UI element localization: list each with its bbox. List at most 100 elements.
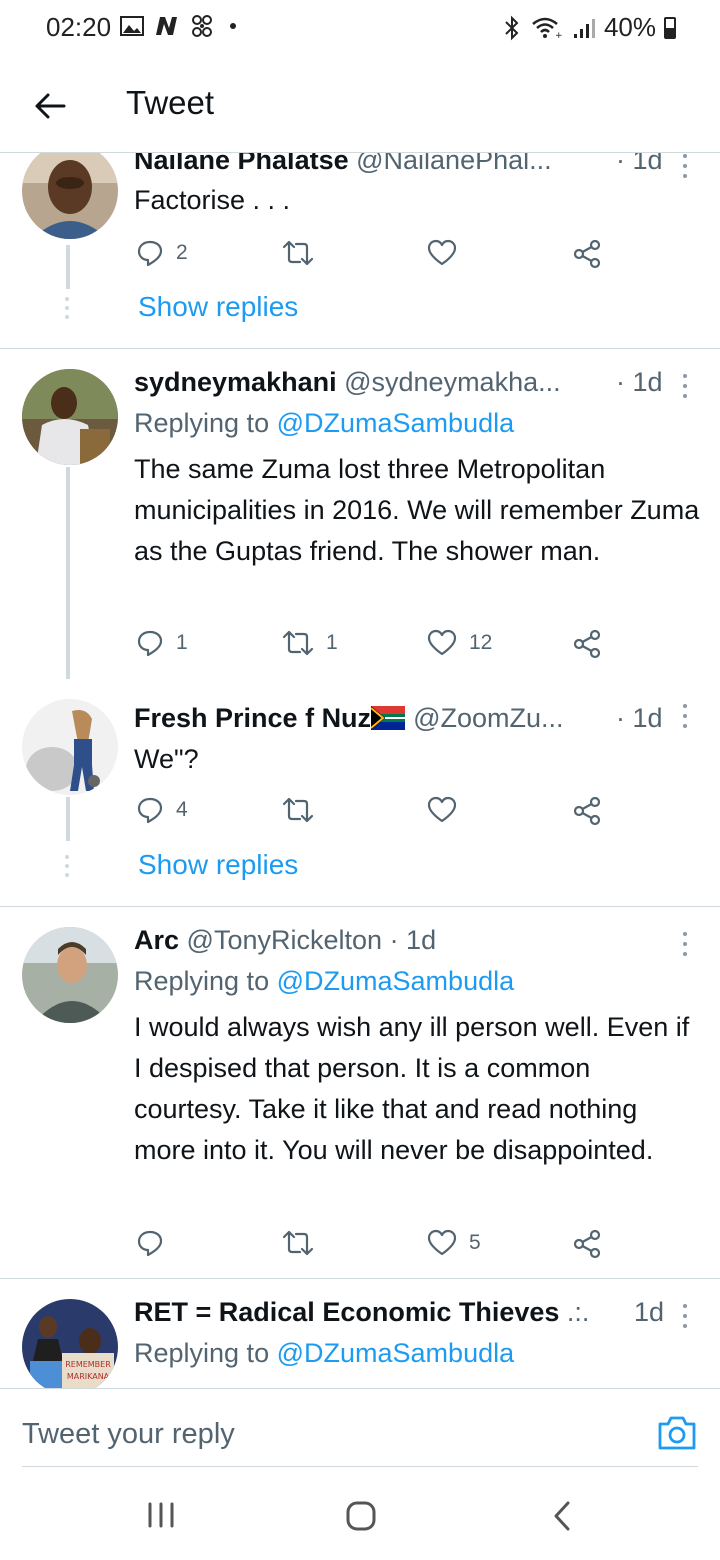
- reply-input[interactable]: [22, 1412, 632, 1456]
- tweet-time: · 1d: [389, 925, 437, 955]
- status-time: 02:20: [46, 12, 112, 42]
- like-count: 12: [469, 631, 493, 654]
- retweet-button[interactable]: [282, 239, 326, 267]
- tweet-header: RET = Radical Economic Thieves .:.: [134, 1297, 589, 1328]
- like-button[interactable]: 12: [427, 629, 492, 657]
- avatar-photo: [22, 699, 118, 795]
- avatar[interactable]: [22, 153, 118, 239]
- more-options-button[interactable]: [673, 701, 697, 731]
- avatar-photo: [22, 927, 118, 1023]
- avatar[interactable]: REMEMBER MARIKANA: [22, 1299, 118, 1389]
- thread-dots: [65, 297, 71, 319]
- tweet-header: Arc @TonyRickelton · 1d: [134, 925, 436, 956]
- recent-apps-button[interactable]: [146, 1500, 176, 1535]
- tweet-item[interactable]: sydneymakhani @sydneymakha... · 1d Reply…: [0, 349, 720, 679]
- home-button[interactable]: [345, 1500, 377, 1537]
- retweet-icon: [282, 630, 314, 656]
- signal-icon: [573, 18, 595, 38]
- share-button[interactable]: [572, 239, 602, 269]
- tweet-header: Nailane Phalatse @NailanePhal...: [134, 153, 552, 176]
- show-replies-link[interactable]: Show replies: [138, 849, 298, 881]
- author-handle[interactable]: @NailanePhal...: [356, 153, 552, 175]
- thread-dots: [65, 855, 71, 877]
- more-options-button[interactable]: [673, 929, 697, 959]
- more-options-button[interactable]: [673, 153, 697, 181]
- more-options-button[interactable]: [673, 371, 697, 401]
- share-icon: [573, 796, 601, 826]
- author-name[interactable]: sydneymakhani: [134, 367, 337, 397]
- status-icons-left: [120, 14, 236, 38]
- avatar[interactable]: [22, 369, 118, 465]
- retweet-button[interactable]: [282, 796, 326, 824]
- share-icon: [573, 239, 601, 269]
- reply-button[interactable]: 2: [136, 239, 188, 267]
- tweet-header: sydneymakhani @sydneymakha...: [134, 367, 561, 398]
- reply-icon: [137, 1230, 163, 1257]
- replying-to-label: Replying to: [134, 966, 270, 996]
- status-icons-right: + 40%: [502, 12, 676, 43]
- tweet-time: · 1d: [616, 703, 663, 733]
- author-name[interactable]: Arc: [134, 925, 179, 955]
- tweet-item[interactable]: Nailane Phalatse @NailanePhal... · 1d Fa…: [0, 153, 720, 348]
- battery-percent: 40%: [603, 12, 656, 42]
- like-button[interactable]: [427, 796, 469, 824]
- reply-button[interactable]: 1: [136, 629, 188, 657]
- share-button[interactable]: [572, 629, 602, 659]
- back-button[interactable]: [26, 84, 74, 128]
- thread-line: [66, 467, 70, 679]
- replying-to-mention[interactable]: @DZumaSambudla: [277, 1338, 515, 1368]
- avatar[interactable]: [22, 699, 118, 795]
- author-handle[interactable]: @ZoomZu...: [413, 703, 563, 733]
- tweet-time: · 1d: [616, 367, 663, 397]
- share-button[interactable]: [572, 1229, 602, 1259]
- author-handle[interactable]: @sydneymakha...: [344, 367, 561, 397]
- chevron-left-icon: [554, 1501, 570, 1531]
- back-nav-button[interactable]: [550, 1500, 574, 1537]
- camera-icon: [658, 1416, 696, 1450]
- reply-icon: [137, 630, 163, 657]
- replying-to-mention[interactable]: @DZumaSambudla: [277, 966, 515, 996]
- tweet-text: Factorise . . .: [134, 185, 291, 215]
- replying-to: Replying to @DZumaSambudla: [134, 408, 514, 439]
- page-title: Tweet: [126, 84, 215, 121]
- battery-icon: [664, 16, 676, 39]
- like-button[interactable]: [427, 239, 469, 267]
- reply-button[interactable]: 4: [136, 796, 188, 824]
- retweet-button[interactable]: [282, 1229, 326, 1257]
- heart-icon: [427, 796, 457, 823]
- system-nav-bar: [0, 1470, 720, 1560]
- reply-icon: [137, 797, 163, 824]
- like-button[interactable]: 5: [427, 1229, 481, 1257]
- heart-icon: [427, 629, 457, 656]
- replying-to-mention[interactable]: @DZumaSambudla: [277, 408, 515, 438]
- share-icon: [573, 1229, 601, 1259]
- heart-icon: [427, 239, 457, 266]
- replying-to-label: Replying to: [134, 1338, 270, 1368]
- author-handle[interactable]: @TonyRickelton: [187, 925, 383, 955]
- author-name[interactable]: RET = Radical Economic Thieves: [134, 1297, 559, 1327]
- bluetooth-icon: [505, 15, 519, 40]
- retweet-icon: [282, 1230, 314, 1256]
- tweet-item[interactable]: REMEMBER MARIKANA RET = Radical Economic …: [0, 1279, 720, 1389]
- dot-icon: [230, 23, 236, 29]
- reply-button[interactable]: [136, 1229, 176, 1257]
- gallery-icon: [120, 16, 144, 36]
- author-name[interactable]: Fresh Prince f Nuz: [134, 703, 371, 733]
- replying-to: Replying to @DZumaSambudla: [134, 1338, 514, 1369]
- pinwheel-icon: [192, 15, 212, 37]
- south-africa-flag-icon: [370, 706, 406, 730]
- author-name[interactable]: Nailane Phalatse: [134, 153, 349, 175]
- share-button[interactable]: [572, 796, 602, 826]
- reply-underline: [22, 1466, 698, 1467]
- n-icon: [156, 17, 177, 35]
- avatar-photo: [22, 369, 118, 465]
- avatar[interactable]: [22, 927, 118, 1023]
- like-count: 5: [469, 1231, 481, 1254]
- tweet-text: We"?: [134, 744, 199, 774]
- show-replies-link[interactable]: Show replies: [138, 291, 298, 323]
- tweet-item[interactable]: Arc @TonyRickelton · 1d Replying to @DZu…: [0, 907, 720, 1277]
- retweet-button[interactable]: 1: [282, 629, 338, 657]
- camera-button[interactable]: [656, 1412, 698, 1454]
- tweet-item[interactable]: Fresh Prince f Nuz @ZoomZu... · 1d We"? 4…: [0, 679, 720, 905]
- more-options-button[interactable]: [673, 1301, 697, 1331]
